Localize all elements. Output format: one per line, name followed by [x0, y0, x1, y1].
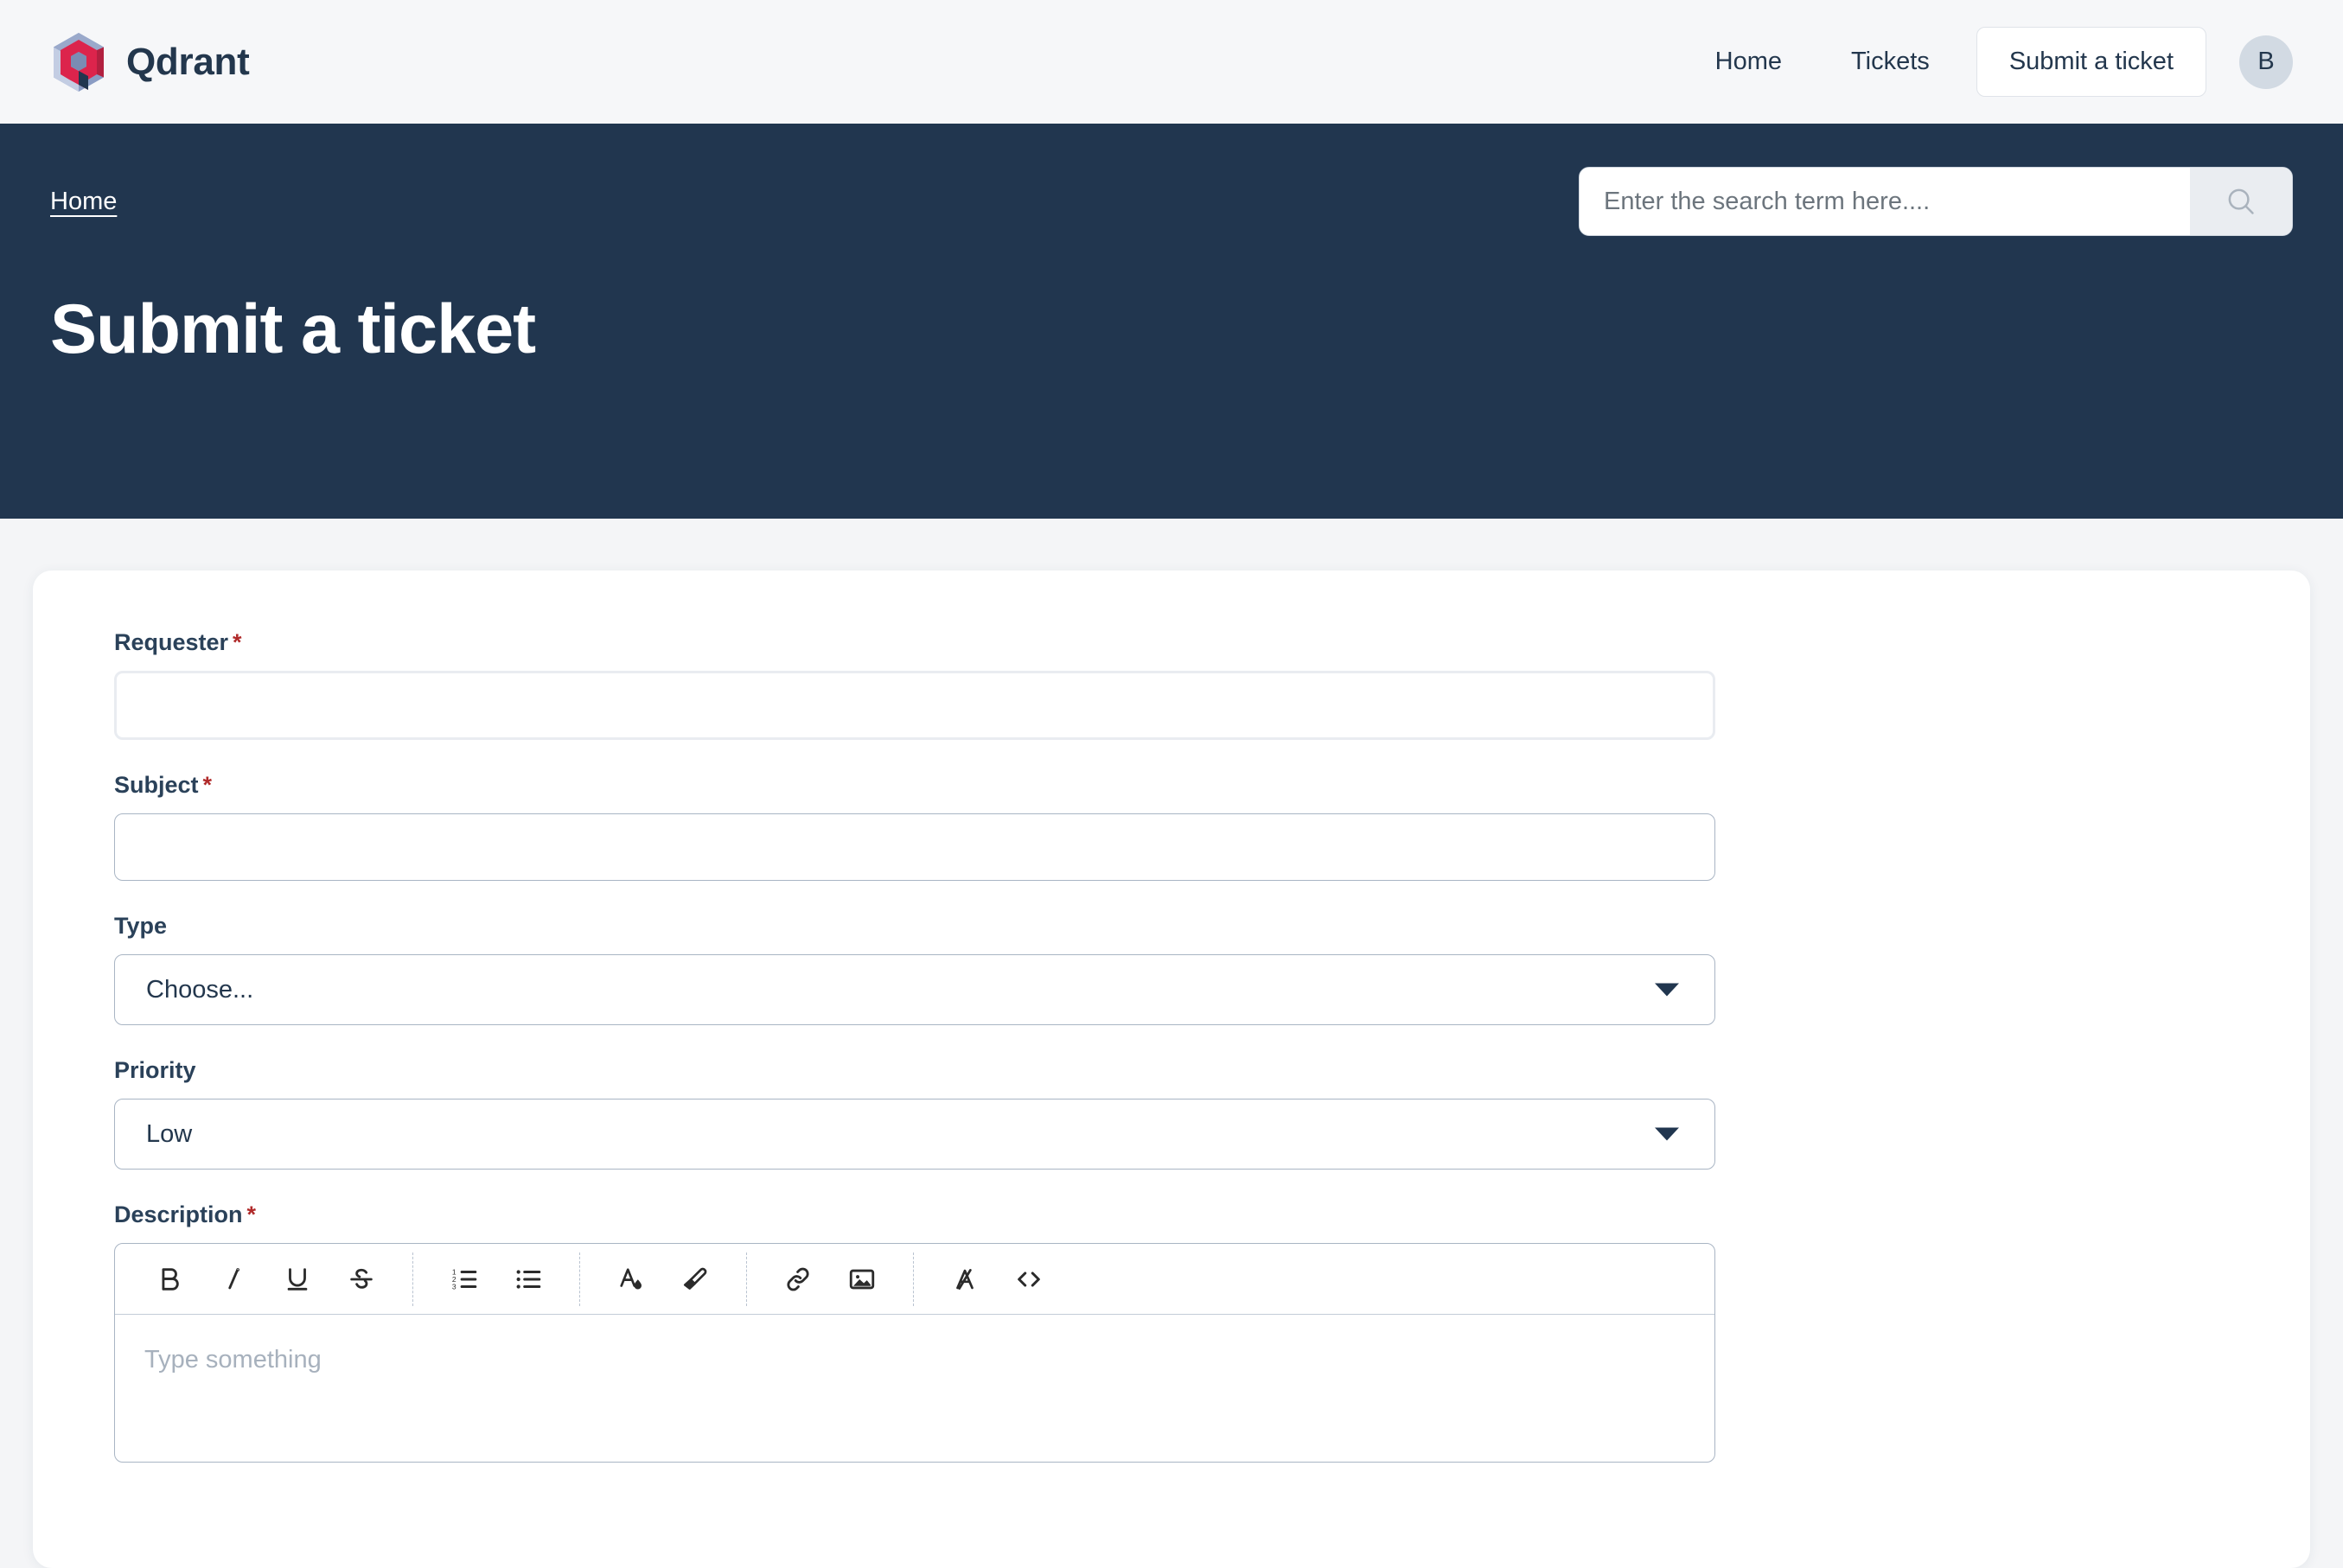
toolbar-divider [746, 1252, 747, 1306]
subject-input[interactable] [114, 813, 1715, 881]
nav-item-home[interactable]: Home [1681, 48, 1816, 76]
description-editor-body[interactable]: Type something [115, 1315, 1714, 1462]
code-view-icon[interactable] [997, 1252, 1061, 1306]
label-requester: Requester * [114, 629, 2229, 656]
type-select-wrapper: Choose... [114, 954, 1715, 1025]
text-color-icon[interactable] [599, 1252, 663, 1306]
underline-icon[interactable] [265, 1252, 329, 1306]
top-navigation-bar: Qdrant Home Tickets Submit a ticket B [0, 0, 2343, 124]
link-icon[interactable] [766, 1252, 830, 1306]
field-priority: Priority Low [114, 1057, 2229, 1170]
toolbar-divider [579, 1252, 580, 1306]
description-rich-text-editor: 1 2 3 Type something [114, 1243, 1715, 1463]
italic-icon[interactable] [201, 1252, 265, 1306]
toolbar-group-utilities [933, 1244, 1061, 1314]
toolbar-divider [412, 1252, 413, 1306]
search-input[interactable] [1580, 168, 2190, 235]
nav-links-group: Home Tickets Submit a ticket B [1681, 27, 2293, 97]
svg-text:3: 3 [452, 1282, 456, 1291]
label-description-text: Description [114, 1201, 243, 1227]
image-icon[interactable] [830, 1252, 894, 1306]
nav-item-tickets[interactable]: Tickets [1816, 48, 1964, 76]
bold-icon[interactable] [137, 1252, 201, 1306]
required-marker: * [202, 772, 213, 798]
highlighter-icon[interactable] [663, 1252, 727, 1306]
qdrant-logo-icon [50, 31, 107, 93]
search-bar [1579, 167, 2293, 236]
toolbar-group-text-style [137, 1244, 393, 1314]
field-subject: Subject * [114, 772, 2229, 881]
strikethrough-icon[interactable] [329, 1252, 393, 1306]
field-description: Description * 1 2 3 Type something [114, 1201, 2229, 1463]
toolbar-group-lists: 1 2 3 [432, 1244, 560, 1314]
label-type: Type [114, 913, 168, 939]
toolbar-group-insert [766, 1244, 894, 1314]
toolbar-group-color [599, 1244, 727, 1314]
label-subject: Subject * [114, 772, 2229, 799]
hero-top-row: Home [50, 124, 2293, 236]
breadcrumb-home[interactable]: Home [50, 188, 117, 216]
label-description: Description * [114, 1201, 2229, 1228]
page-title: Submit a ticket [50, 290, 536, 368]
search-button[interactable] [2190, 168, 2292, 235]
field-requester: Requester * [114, 629, 2229, 740]
field-type: Type Choose... [114, 913, 2229, 1025]
required-marker: * [233, 629, 242, 655]
required-marker: * [246, 1201, 257, 1227]
submit-a-ticket-button[interactable]: Submit a ticket [1976, 27, 2206, 97]
ticket-form-card: Requester * Subject * Type Choose... Pri… [33, 570, 2310, 1568]
brand-logo-link[interactable]: Qdrant [50, 31, 250, 93]
priority-select-wrapper: Low [114, 1099, 1715, 1170]
bullet-list-icon[interactable] [496, 1252, 560, 1306]
requester-input[interactable] [114, 671, 1715, 740]
ticket-form: Requester * Subject * Type Choose... Pri… [33, 629, 2310, 1463]
hero-banner: Home Submit a ticket [0, 124, 2343, 519]
label-subject-text: Subject [114, 772, 199, 798]
toolbar-divider [913, 1252, 914, 1306]
brand-name: Qdrant [126, 40, 250, 83]
clear-formatting-icon[interactable] [933, 1252, 997, 1306]
label-requester-text: Requester [114, 629, 229, 655]
label-priority: Priority [114, 1057, 196, 1083]
priority-select[interactable]: Low [114, 1099, 1715, 1170]
type-select[interactable]: Choose... [114, 954, 1715, 1025]
ordered-list-icon[interactable]: 1 2 3 [432, 1252, 496, 1306]
content-area: Requester * Subject * Type Choose... Pri… [0, 519, 2343, 1568]
editor-toolbar: 1 2 3 [115, 1244, 1714, 1315]
search-icon [2225, 185, 2257, 218]
user-avatar[interactable]: B [2239, 35, 2293, 89]
